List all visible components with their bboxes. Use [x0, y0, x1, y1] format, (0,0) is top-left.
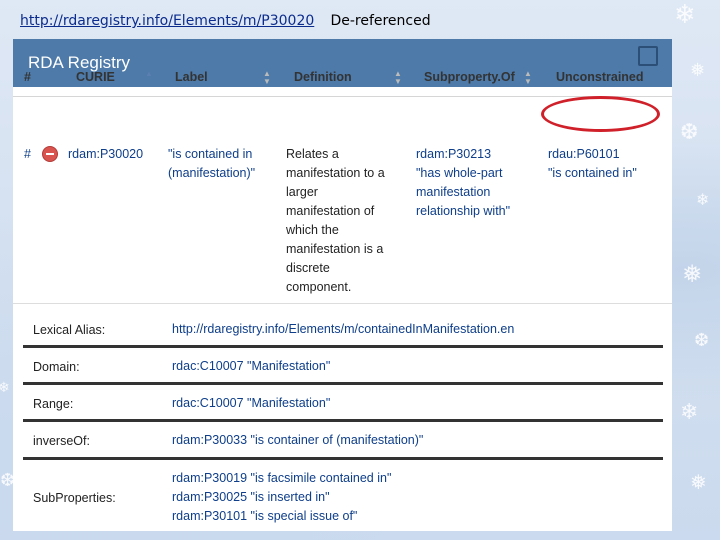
domain-label: Domain:: [33, 360, 80, 374]
row-curie-link[interactable]: rdam:P30020: [68, 145, 143, 164]
detail-divider: [23, 457, 663, 460]
unconstrained-link[interactable]: rdau:P60101: [548, 145, 637, 164]
row-definition: Relates a manifestation to a larger mani…: [286, 147, 385, 294]
lexical-alias-label: Lexical Alias:: [33, 323, 106, 337]
snowflake-decoration: ❆: [680, 120, 699, 145]
expand-window-icon[interactable]: [638, 46, 658, 66]
header-divider: [13, 96, 672, 97]
column-header-subproperty-of[interactable]: Subproperty.Of: [424, 70, 515, 84]
snowflake-decoration: ❆: [694, 330, 710, 351]
subproperty-link[interactable]: rdam:P30213: [416, 145, 510, 164]
snowflake-decoration: ❄: [674, 0, 696, 30]
sort-icon[interactable]: ▲ ▼: [263, 70, 271, 86]
domain-link[interactable]: rdac:C10007 "Manifestation": [172, 357, 330, 376]
snowflake-decoration: ❄: [680, 400, 699, 425]
sub-properties-list: rdam:P30019 "is facsimile contained in" …: [172, 469, 391, 526]
detail-divider: [23, 382, 663, 385]
sub-property-link[interactable]: rdam:P30101 "is special issue of": [172, 507, 391, 526]
row-divider: [13, 303, 672, 304]
registry-url-link[interactable]: http://rdaregistry.info/Elements/m/P3002…: [20, 13, 314, 29]
slide-header: http://rdaregistry.info/Elements/m/P3002…: [20, 12, 431, 29]
column-header-hash[interactable]: #: [24, 70, 31, 84]
lexical-alias-link[interactable]: http://rdaregistry.info/Elements/m/conta…: [172, 320, 514, 339]
column-header-curie[interactable]: CURIE: [76, 70, 115, 84]
sort-icon[interactable]: ▲ ▼: [524, 70, 532, 86]
snowflake-decoration: ❅: [682, 260, 703, 288]
detail-divider: [23, 419, 663, 422]
snowflake-decoration: ❅: [690, 60, 706, 81]
sort-icon[interactable]: ▲ ▼: [394, 70, 402, 86]
inverse-of-label: inverseOf:: [33, 434, 90, 448]
sort-ascending-icon[interactable]: ▲: [145, 70, 153, 78]
sub-property-link[interactable]: rdam:P30019 "is facsimile contained in": [172, 469, 391, 488]
snowflake-decoration: ❄: [696, 190, 710, 209]
row-subproperty-of: rdam:P30213 "has whole-part manifestatio…: [416, 145, 511, 218]
highlight-circle: [541, 96, 660, 132]
column-header-label[interactable]: Label: [175, 70, 208, 84]
sub-property-link[interactable]: rdam:P30025 "is inserted in": [172, 488, 391, 507]
row-hash-link[interactable]: #: [24, 145, 31, 164]
inverse-of-link[interactable]: rdam:P30033 "is container of (manifestat…: [172, 431, 423, 450]
snowflake-decoration: ❅: [690, 470, 707, 494]
row-label: "is contained in (manifestation)": [168, 147, 256, 180]
dereferenced-note: De-referenced: [330, 13, 431, 29]
range-label: Range:: [33, 397, 74, 411]
sub-properties-label: SubProperties:: [33, 491, 116, 505]
range-link[interactable]: rdac:C10007 "Manifestation": [172, 394, 330, 413]
column-header-definition[interactable]: Definition: [294, 70, 352, 84]
detail-divider: [23, 345, 663, 348]
remove-icon[interactable]: [42, 146, 58, 162]
column-header-unconstrained[interactable]: Unconstrained: [556, 70, 644, 84]
snowflake-decoration: ❄: [0, 380, 10, 396]
row-unconstrained: rdau:P60101 "is contained in": [548, 145, 637, 180]
